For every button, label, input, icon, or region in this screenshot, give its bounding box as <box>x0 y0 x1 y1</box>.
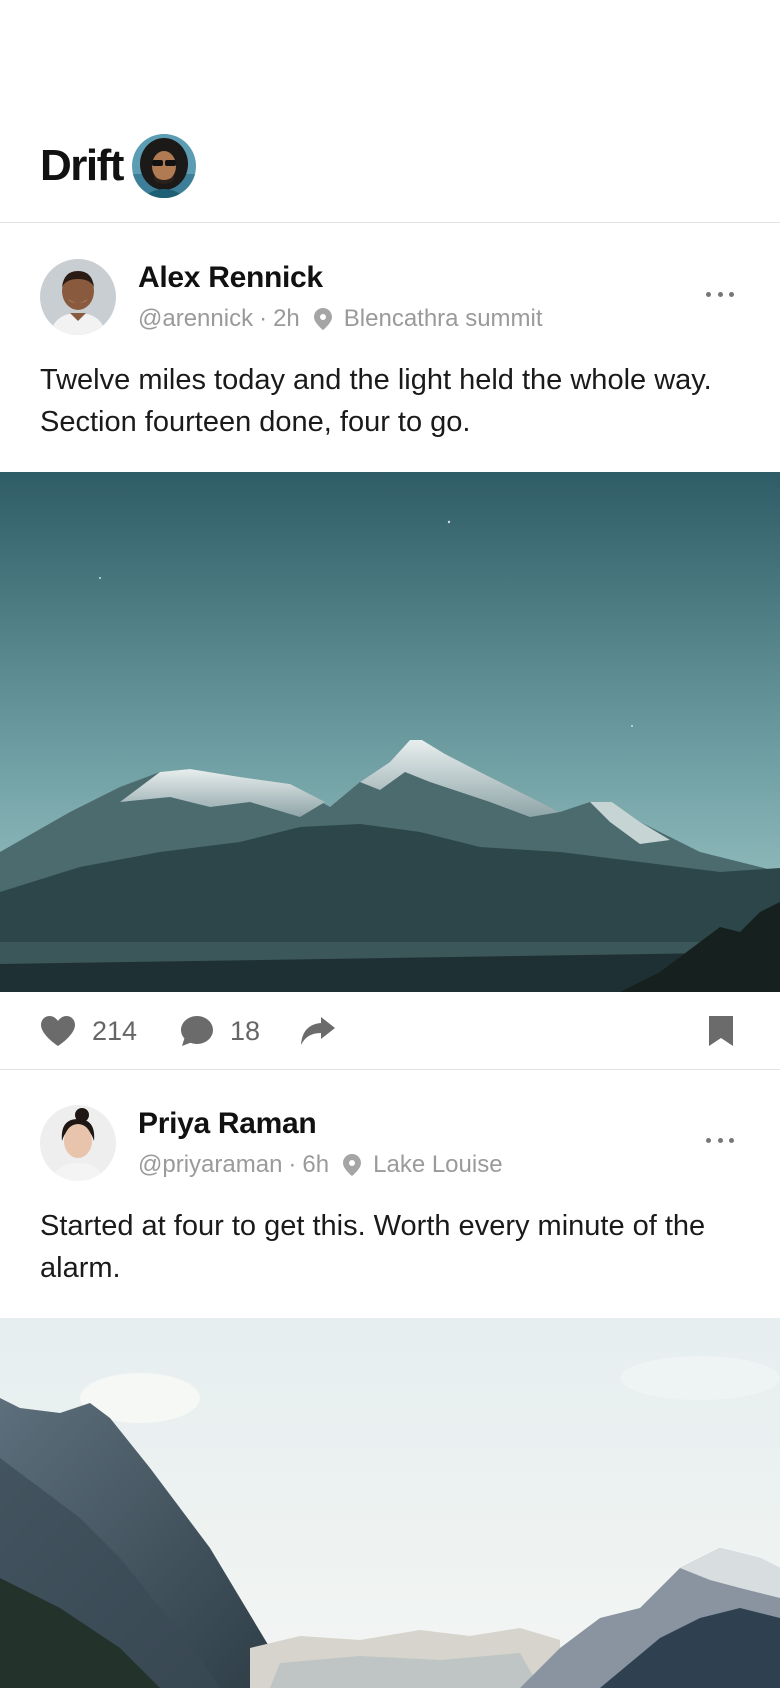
more-dots-icon[interactable] <box>706 1133 734 1147</box>
bookmark-button[interactable] <box>708 992 734 1070</box>
post-header: Priya Raman @priyaraman · 6h Lake Louise <box>0 1105 780 1195</box>
more-dot <box>706 291 711 297</box>
comment-button[interactable]: 18 <box>180 992 260 1070</box>
post-location[interactable]: Lake Louise <box>373 1151 502 1179</box>
bookmark-icon <box>708 1015 734 1047</box>
like-button[interactable]: 214 <box>40 992 137 1070</box>
author-name[interactable]: Alex Rennick <box>138 261 323 295</box>
author-avatar[interactable] <box>40 1105 116 1181</box>
post-action-bar: 214 18 <box>0 992 780 1070</box>
post-meta: @priyaraman · 6h Lake Louise <box>138 1151 503 1179</box>
meta-separator: · <box>288 1151 297 1178</box>
comment-bubble-icon <box>180 1015 214 1047</box>
author-name[interactable]: Priya Raman <box>138 1107 317 1141</box>
post-meta: @arennick · 2h Blencathra summit <box>138 305 543 333</box>
app-logo-title[interactable]: Drift <box>40 138 124 194</box>
author-handle[interactable]: @arennick <box>138 305 253 333</box>
location-pin-icon <box>343 1154 362 1176</box>
post-image[interactable] <box>0 472 780 992</box>
heart-icon <box>40 1015 76 1047</box>
like-count: 214 <box>92 1015 138 1046</box>
post-header: Alex Rennick @arennick · 2h Blencathra s… <box>0 259 780 349</box>
location-pin-icon <box>313 308 332 330</box>
post-location[interactable]: Blencathra summit <box>344 305 543 333</box>
more-dot <box>717 291 723 297</box>
post-text: Started at four to get this. Worth every… <box>40 1210 706 1284</box>
author-handle[interactable]: @priyaraman <box>138 1151 282 1179</box>
post-time: 2h <box>273 305 300 332</box>
app-screen: Drift Alex Rennick @arennick · 2h Blenca… <box>0 0 780 1688</box>
profile-avatar[interactable] <box>132 134 196 198</box>
post-image[interactable] <box>0 1318 780 1688</box>
more-dots-icon[interactable] <box>706 287 734 301</box>
share-arrow-icon <box>300 1016 336 1046</box>
post-time: 6h <box>302 1151 330 1178</box>
meta-separator: · <box>259 305 268 332</box>
more-dot <box>729 291 734 297</box>
author-avatar[interactable] <box>40 259 116 335</box>
share-button[interactable] <box>300 992 336 1070</box>
more-dot <box>717 1137 723 1143</box>
more-dot <box>706 1137 711 1143</box>
comment-count: 18 <box>230 1015 261 1046</box>
post-text: Twelve miles today and the light held th… <box>40 364 712 438</box>
more-dot <box>729 1137 734 1143</box>
top-bar: Drift <box>0 0 780 223</box>
